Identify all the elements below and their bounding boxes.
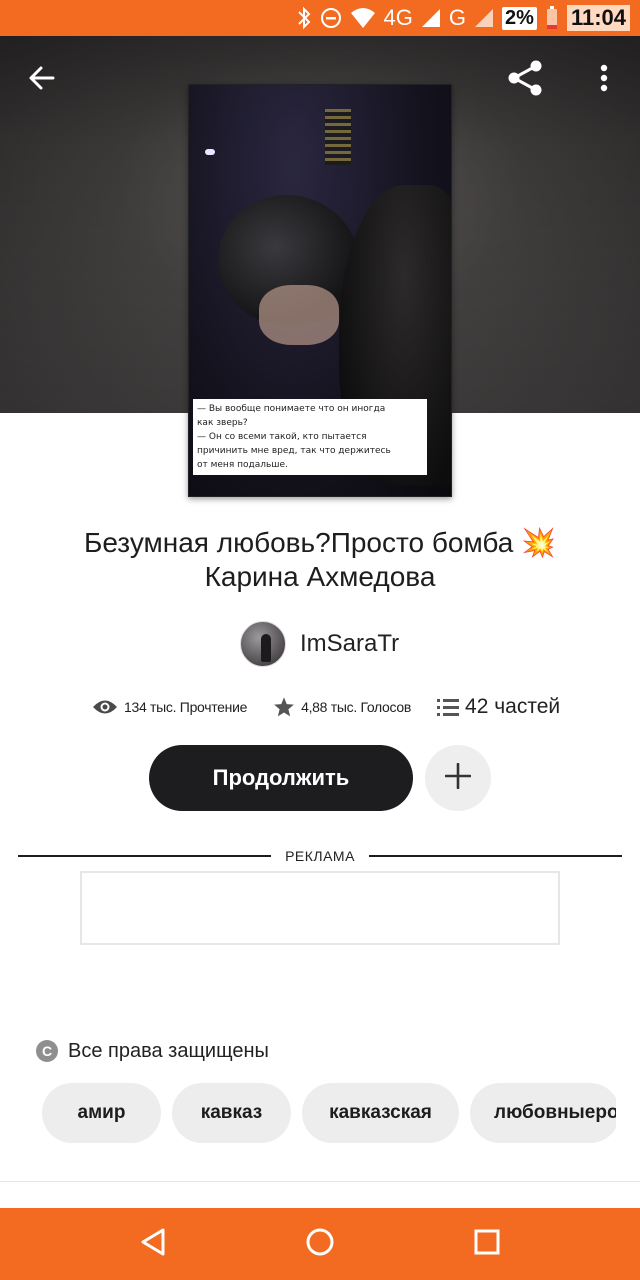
- battery-percent: 2%: [502, 6, 537, 30]
- cover-light: [205, 149, 215, 155]
- votes-count: 4,88 тыс. Голосов: [301, 699, 412, 715]
- triangle-back-icon: [139, 1227, 167, 1262]
- share-button[interactable]: [505, 60, 545, 100]
- more-vertical-icon: [600, 64, 608, 97]
- star-icon: [273, 696, 295, 718]
- add-to-library-button[interactable]: [425, 745, 491, 811]
- tags-row[interactable]: амир кавказ кавказская любовныеро: [42, 1083, 616, 1145]
- divider-line: [368, 855, 623, 857]
- ad-divider: РЕКЛАМА: [18, 846, 623, 866]
- divider-line: [18, 855, 272, 857]
- status-bar: 4G G 2% 11:04: [0, 0, 640, 36]
- nav-home-button[interactable]: [290, 1214, 350, 1274]
- caption-line: — Вы вообще понимаете что он иногда: [197, 404, 386, 414]
- bluetooth-icon: [296, 6, 312, 30]
- signal-icon-2: [474, 8, 494, 28]
- list-icon: [437, 697, 460, 717]
- copyright-text: Все права защищены: [68, 1039, 269, 1062]
- bottom-separator: [0, 1181, 640, 1182]
- story-stats: 134 тыс. Прочтение 4,88 тыс. Голосов 42 …: [92, 690, 560, 724]
- share-icon: [505, 58, 545, 103]
- arrow-left-icon: [28, 64, 56, 97]
- signal-icon: [421, 8, 441, 28]
- caption-line: причинить мне вред, так что держитесь: [197, 446, 391, 456]
- network-4g-label: 4G: [383, 5, 413, 30]
- do-not-disturb-icon: [320, 7, 342, 29]
- caption-line: как зверь?: [197, 418, 248, 428]
- caption-line: — Он со всеми такой, кто пытается: [197, 432, 367, 442]
- cover-caption: — Вы вообще понимаете что он иногда как …: [193, 399, 427, 475]
- clock: 11:04: [566, 5, 630, 31]
- network-g-label: G: [448, 5, 467, 30]
- parts-count: 42 частей: [465, 695, 561, 718]
- author-name[interactable]: ImSaraTr: [300, 630, 399, 658]
- story-title: Безумная любовь?Просто бомба 💥 Карина Ах…: [30, 526, 610, 594]
- battery-icon: [545, 6, 559, 30]
- tag-chip[interactable]: любовныеро: [470, 1083, 616, 1143]
- nav-back-button[interactable]: [123, 1214, 183, 1274]
- reads-count: 134 тыс. Прочтение: [124, 699, 248, 715]
- ad-banner[interactable]: [80, 871, 560, 945]
- tag-chip[interactable]: кавказская: [302, 1083, 459, 1143]
- system-nav-bar: [0, 1208, 640, 1280]
- eye-icon: [92, 698, 118, 716]
- wifi-icon: [350, 7, 376, 29]
- back-button[interactable]: [22, 60, 62, 100]
- tag-chip[interactable]: кавказ: [172, 1083, 291, 1143]
- cover-window: [325, 109, 351, 165]
- avatar[interactable]: [240, 621, 286, 667]
- square-recents-icon: [473, 1228, 501, 1261]
- ad-label: РЕКЛАМА: [285, 848, 355, 864]
- story-title-line2: Карина Ахмедова: [204, 561, 436, 592]
- story-cover[interactable]: — Вы вообще понимаете что он иногда как …: [188, 84, 452, 497]
- story-title-line1: Безумная любовь?Просто бомба 💥: [83, 527, 557, 558]
- copyright-row: C Все права защищены: [36, 1038, 269, 1064]
- continue-reading-button[interactable]: Продолжить: [149, 745, 413, 811]
- nav-recents-button[interactable]: [457, 1214, 517, 1274]
- plus-icon: [444, 762, 472, 794]
- caption-line: от меня подальше.: [197, 460, 288, 470]
- copyright-icon: C: [36, 1040, 58, 1062]
- author-row[interactable]: ImSaraTr: [240, 620, 399, 668]
- circle-home-icon: [305, 1227, 335, 1262]
- cover-face: [259, 285, 339, 345]
- tag-chip[interactable]: амир: [42, 1083, 161, 1143]
- more-options-button[interactable]: [584, 60, 624, 100]
